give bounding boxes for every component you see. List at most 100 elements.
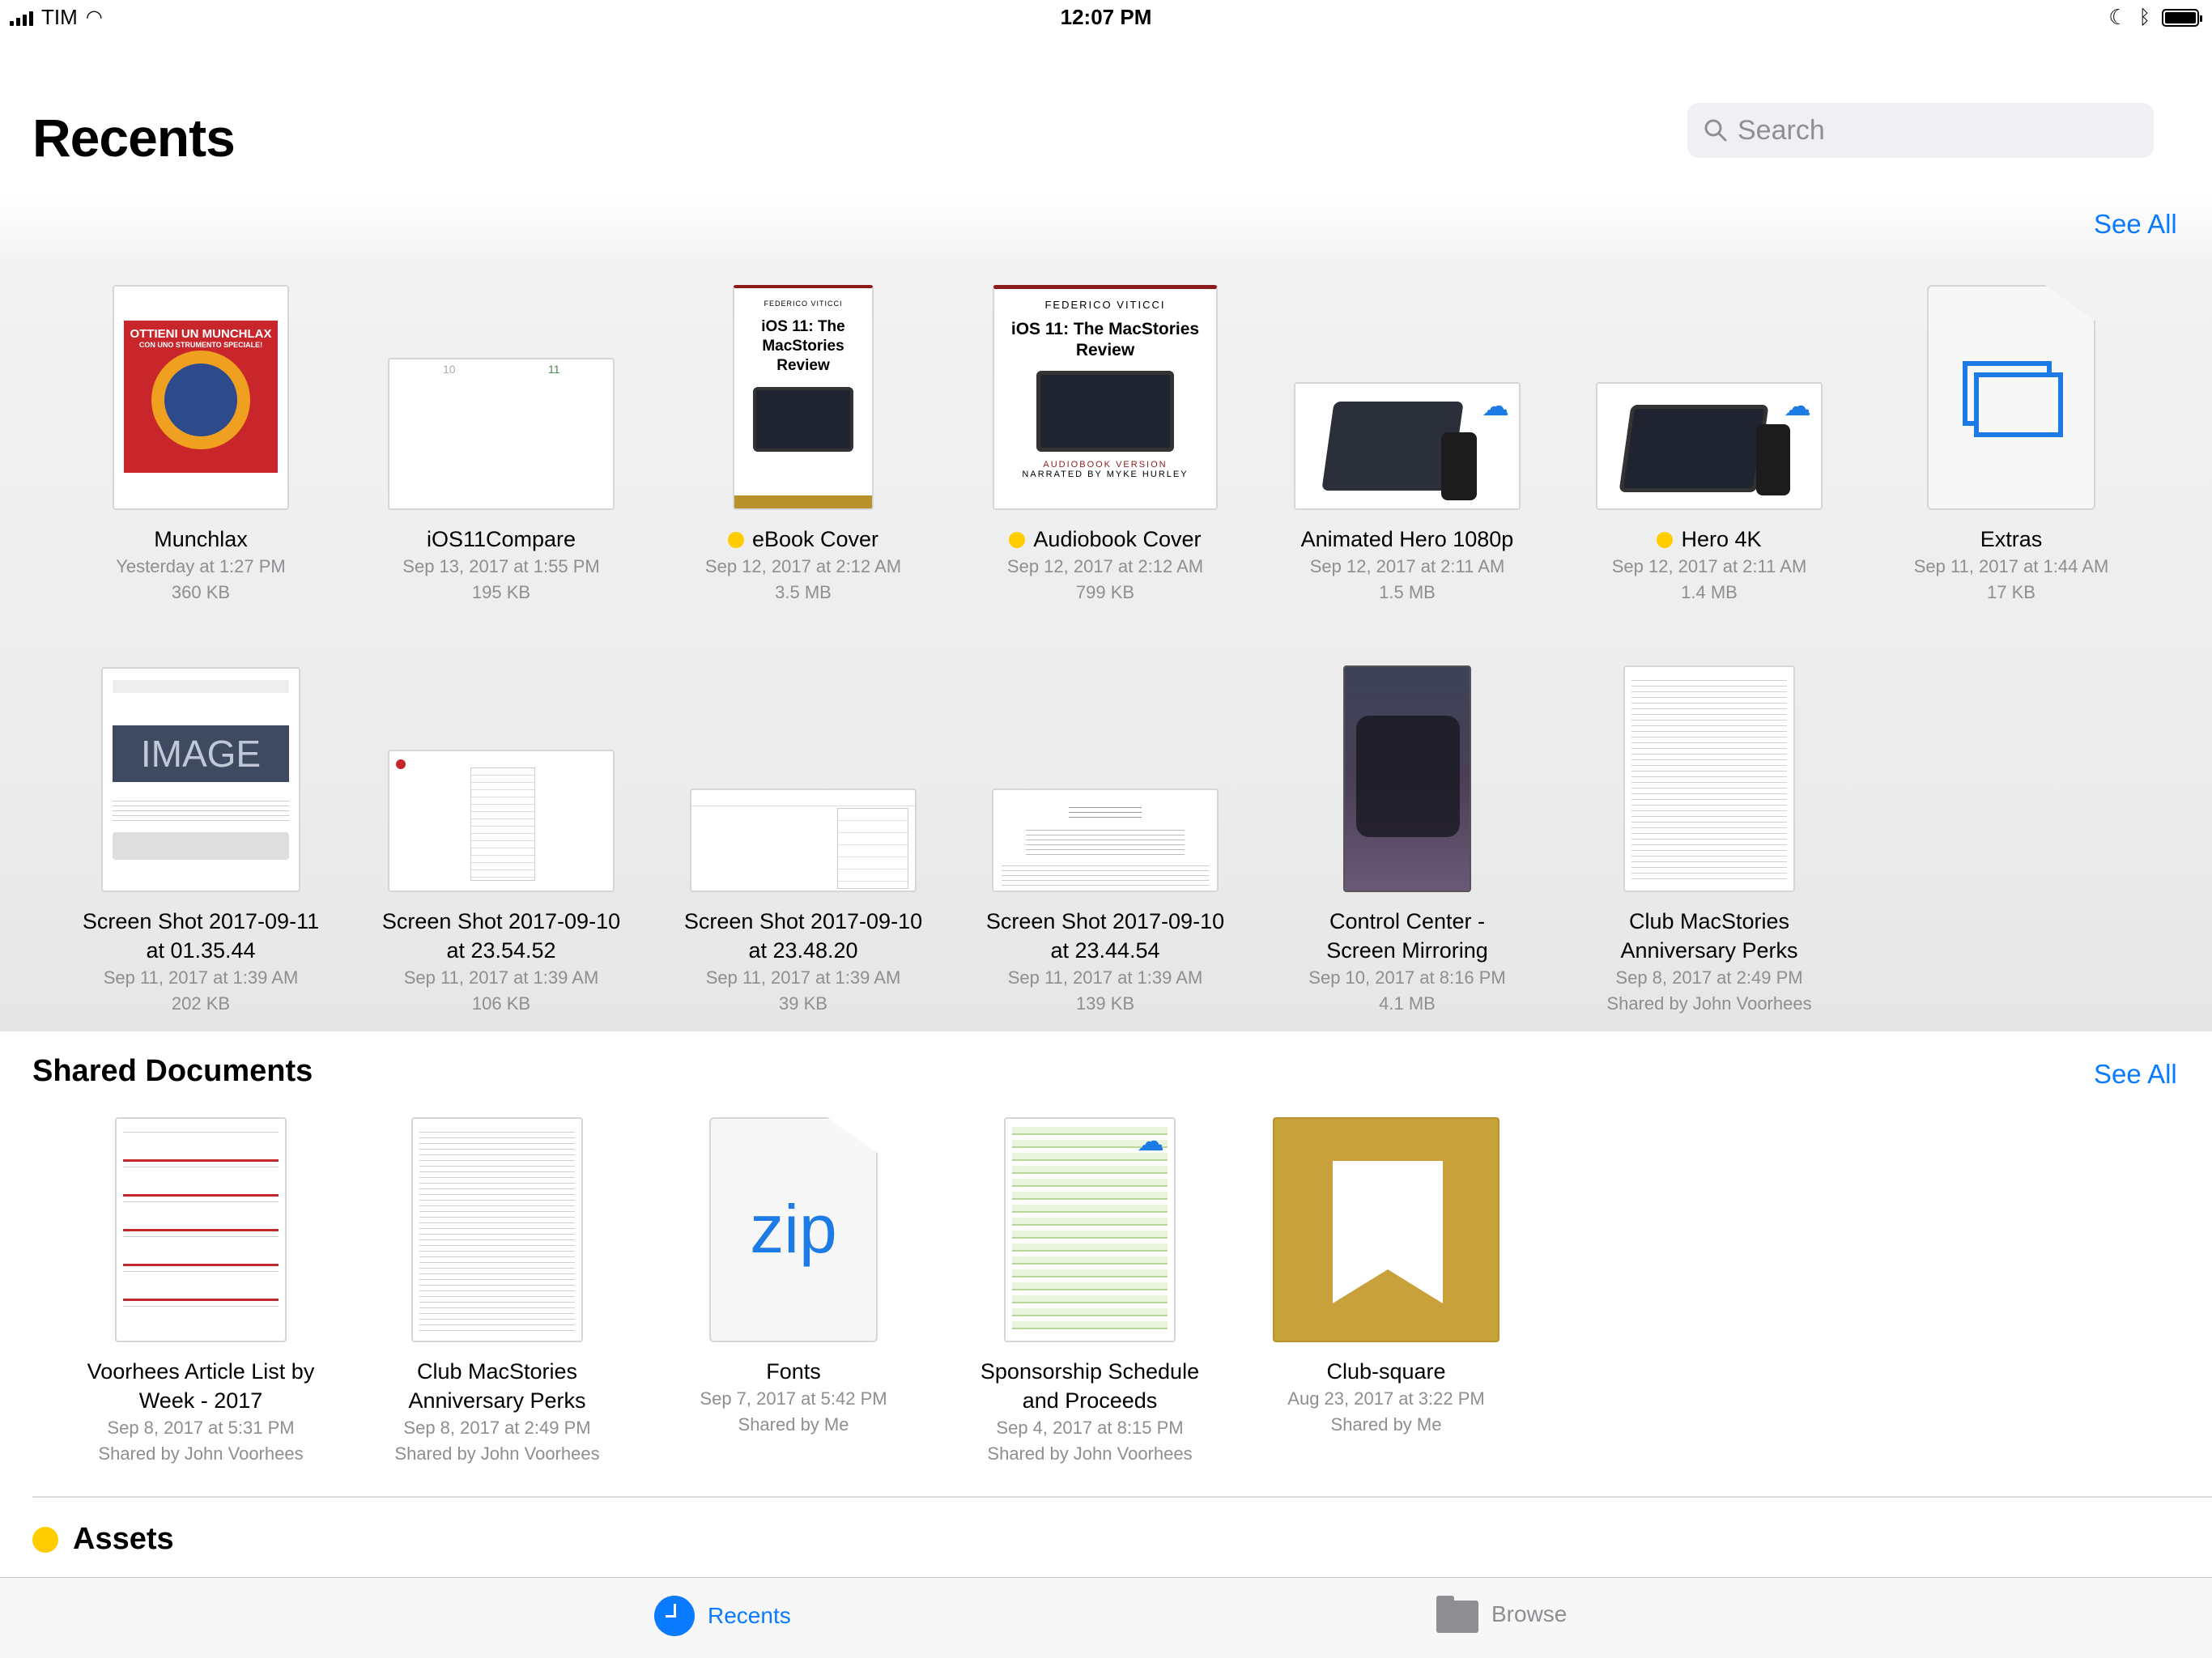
file-thumbnail: IMAGE (101, 667, 300, 892)
file-name-line2: at 23.54.52 (446, 938, 556, 963)
tab-browse[interactable]: Browse (1436, 1596, 1567, 1633)
file-name: Club MacStories (416, 1359, 578, 1384)
file-name: Screen Shot 2017-09-10 (985, 909, 1225, 933)
yellow-tag-icon (1657, 532, 1674, 548)
file-date: Sep 11, 2017 at 1:39 AM (403, 967, 599, 988)
file-size: 360 KB (171, 582, 231, 602)
file-thumbnail (388, 750, 615, 892)
audio-player-bar (113, 832, 289, 860)
section-divider (32, 1496, 2212, 1498)
search-icon (1704, 119, 1727, 142)
bookmark-icon (1333, 1161, 1443, 1303)
file-item-ios11compare[interactable]: 10 11 iOS11Compare Sep 13, 2017 at 1:55 … (364, 267, 639, 606)
file-name: Audiobook Cover (1033, 527, 1202, 551)
hero-iphone-art (1441, 432, 1477, 500)
file-date: Sep 13, 2017 at 1:55 PM (402, 556, 600, 576)
yellow-tag-icon (727, 532, 744, 548)
file-size: 4.1 MB (1379, 993, 1436, 1014)
assets-header[interactable]: Assets (32, 1522, 174, 1557)
file-date: Sep 7, 2017 at 5:42 PM (700, 1388, 887, 1409)
image-placeholder: IMAGE (113, 725, 289, 782)
search-input[interactable] (1738, 114, 2126, 147)
cloud-download-icon[interactable]: ☁ (1784, 390, 1811, 423)
poster-headline: OTTIENI UN MUNCHLAX (130, 327, 272, 341)
file-item-fonts[interactable]: zip Fonts Sep 7, 2017 at 5:42 PM Shared … (656, 1117, 931, 1438)
compare-label-b: 11 (548, 363, 560, 376)
file-name-line2: at 23.48.20 (748, 938, 858, 963)
file-item-shared-club-perks[interactable]: Club MacStories Anniversary Perks Sep 8,… (359, 1117, 635, 1467)
cover-footer-band (734, 495, 872, 508)
shared-see-all-link[interactable]: See All (2094, 1059, 2177, 1090)
tab-recents[interactable]: Recents (654, 1596, 791, 1636)
file-name: Hero 4K (1681, 527, 1762, 551)
file-thumbnail (1273, 1117, 1499, 1342)
file-size: 139 KB (1075, 993, 1135, 1014)
mirroring-panel (1356, 716, 1460, 837)
file-size: 799 KB (1075, 582, 1135, 602)
file-name: Munchlax (154, 527, 248, 551)
file-name: iOS11Compare (426, 527, 576, 551)
file-item-voorhees-article-list[interactable]: Voorhees Article List by Week - 2017 Sep… (63, 1117, 338, 1467)
file-name-line2: Week - 2017 (138, 1388, 263, 1413)
file-name-line2: Anniversary Perks (1620, 938, 1798, 963)
file-item-audiobook-cover[interactable]: FEDERICO VITICCI iOS 11: The MacStories … (968, 267, 1243, 606)
file-item-hero-4k[interactable]: ☁ Hero 4K Sep 12, 2017 at 2:11 AM 1.4 MB (1572, 267, 1847, 606)
file-date: Sep 8, 2017 at 5:31 PM (107, 1418, 295, 1438)
menu-preview (837, 808, 908, 889)
file-size: 1.5 MB (1379, 582, 1436, 602)
file-item-animated-hero[interactable]: ☁ Animated Hero 1080p Sep 12, 2017 at 2:… (1270, 267, 1545, 606)
file-item-munchlax[interactable]: OTTIENI UN MUNCHLAX CON UNO STRUMENTO SP… (63, 267, 338, 606)
recents-see-all-link[interactable]: See All (2094, 209, 2177, 240)
yellow-tag-icon (1009, 532, 1026, 548)
cloud-download-icon[interactable]: ☁ (1482, 390, 1509, 423)
file-thumbnail (1623, 665, 1795, 892)
file-thumbnail (115, 1117, 287, 1342)
file-name: Club-square (1326, 1359, 1446, 1384)
file-name: Club MacStories (1628, 909, 1790, 933)
file-thumbnail (690, 789, 917, 892)
file-item-sponsorship-schedule[interactable]: ☁ Sponsorship Schedule and Proceeds Sep … (952, 1117, 1227, 1467)
zip-icon: zip (750, 1191, 837, 1267)
file-size: 195 KB (471, 582, 531, 602)
moon-icon: ☾ (2108, 5, 2128, 29)
file-name: Sponsorship Schedule (980, 1359, 1200, 1384)
file-item-extras[interactable]: Extras Sep 11, 2017 at 1:44 AM 17 KB (1874, 267, 2149, 606)
hero-ipad-art (1619, 405, 1769, 492)
file-name: Extras (1980, 527, 2043, 551)
file-shared-by: Shared by John Voorhees (98, 1443, 304, 1464)
file-date: Sep 11, 2017 at 1:39 AM (103, 967, 299, 988)
file-item-screenshot-2354[interactable]: Screen Shot 2017-09-10 at 23.54.52 Sep 1… (364, 649, 639, 1017)
file-item-ebook-cover[interactable]: FEDERICO VITICCI iOS 11: The MacStories … (666, 267, 941, 606)
file-size: 106 KB (471, 993, 531, 1014)
file-date: Sep 12, 2017 at 2:12 AM (1006, 556, 1204, 576)
poster-subline: CON UNO STRUMENTO SPECIALE! (138, 341, 263, 349)
shared-documents-title: Shared Documents (32, 1054, 313, 1088)
file-shared-by: Shared by John Voorhees (1606, 993, 1812, 1014)
file-shared-by: Shared by Me (738, 1414, 849, 1435)
folder-icon (1436, 1596, 1478, 1633)
file-thumbnail: ☁ (1004, 1117, 1176, 1342)
tab-recents-label: Recents (708, 1603, 791, 1628)
search-field[interactable] (1687, 103, 2154, 158)
file-size: 17 KB (1987, 582, 2035, 602)
window-icon-front (1974, 372, 2063, 437)
yellow-tag-icon (32, 1526, 58, 1553)
assets-title: Assets (73, 1522, 174, 1556)
cover-footer-line2: NARRATED BY MYKE HURLEY (1022, 470, 1189, 479)
hero-iphone-art (1756, 424, 1790, 495)
file-thumbnail: FEDERICO VITICCI iOS 11: The MacStories … (993, 285, 1218, 510)
cover-title: iOS 11: The MacStories Review (761, 318, 845, 374)
tab-bar: Recents Browse (0, 1577, 2212, 1658)
cloud-download-icon[interactable]: ☁ (1137, 1125, 1164, 1158)
file-item-control-center[interactable]: Control Center - Screen Mirroring Sep 10… (1270, 649, 1545, 1017)
file-item-club-perks[interactable]: Club MacStories Anniversary Perks Sep 8,… (1572, 649, 1847, 1017)
file-item-club-square[interactable]: Club-square Aug 23, 2017 at 3:22 PM Shar… (1249, 1117, 1524, 1438)
file-date: Sep 11, 2017 at 1:44 AM (1913, 556, 2109, 576)
file-date: Sep 8, 2017 at 2:49 PM (1615, 967, 1803, 988)
file-item-screenshot-2348[interactable]: Screen Shot 2017-09-10 at 23.48.20 Sep 1… (666, 649, 941, 1017)
file-item-screenshot-2344[interactable]: Screen Shot 2017-09-10 at 23.44.54 Sep 1… (968, 649, 1243, 1017)
file-date: Sep 12, 2017 at 2:11 AM (1309, 556, 1505, 576)
cover-author: FEDERICO VITICCI (1044, 299, 1166, 311)
file-item-screenshot-0135[interactable]: IMAGE Screen Shot 2017-09-11 at 01.35.44… (63, 649, 338, 1017)
file-name-line2: Anniversary Perks (408, 1388, 586, 1413)
